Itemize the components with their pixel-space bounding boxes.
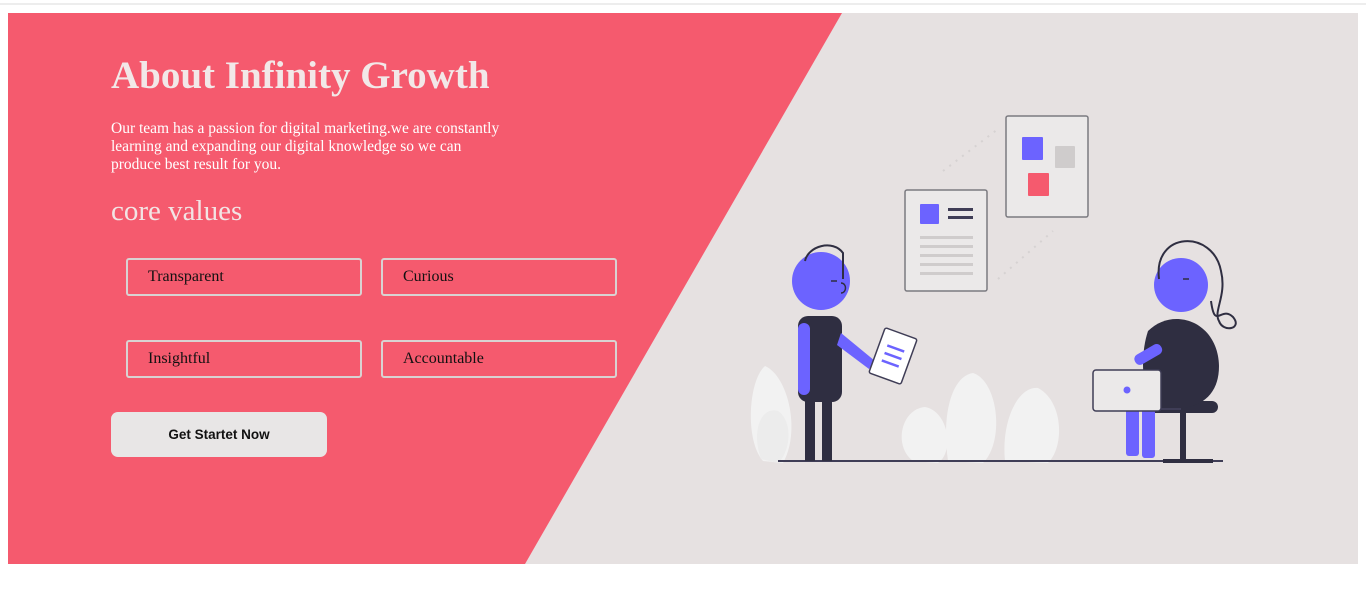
get-started-button[interactable]: Get Startet Now	[111, 412, 327, 457]
core-value-accountable: Accountable	[381, 340, 617, 378]
team-collaboration-illustration	[750, 115, 1237, 463]
about-description: Our team has a passion for digital marke…	[111, 120, 500, 173]
document-card	[904, 189, 988, 292]
core-value-insightful: Insightful	[126, 340, 362, 378]
core-value-curious: Curious	[381, 258, 617, 296]
right-person-figure	[1092, 240, 1237, 463]
page-title: About Infinity Growth	[111, 54, 490, 97]
core-values-heading: core values	[111, 195, 243, 227]
plant-leaves	[750, 366, 1060, 463]
top-divider	[0, 3, 1366, 5]
squares-card	[1005, 115, 1089, 218]
left-person-figure	[792, 244, 918, 461]
about-section: About Infinity Growth Our team has a pas…	[8, 13, 1358, 564]
core-value-transparent: Transparent	[126, 258, 362, 296]
